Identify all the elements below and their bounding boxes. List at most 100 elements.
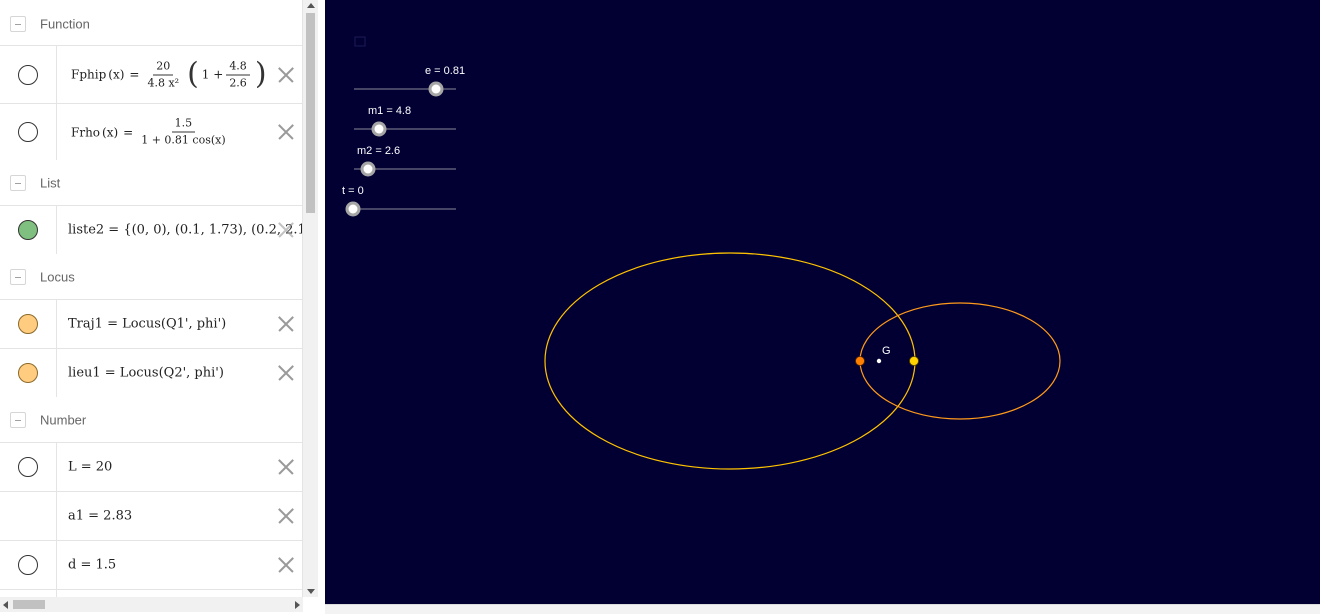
- L-definition[interactable]: L = 20: [68, 460, 112, 475]
- a1-definition[interactable]: a1 = 2.83: [68, 509, 132, 524]
- frho-formula[interactable]: Frho (x) = 1.5 1 + 0.81 cos(x): [71, 117, 229, 148]
- delete-icon[interactable]: [277, 364, 295, 382]
- visibility-toggle-icon[interactable]: [18, 220, 38, 240]
- function-arg: (x): [102, 125, 119, 139]
- algebra-row-liste2[interactable]: liste2 = {(0, 0), (0.1, 1.73), (0.2, 2.1…: [0, 205, 302, 254]
- category-locus[interactable]: Locus: [0, 255, 302, 299]
- collapse-icon[interactable]: [10, 175, 26, 191]
- marble-cell: [0, 492, 57, 540]
- category-number[interactable]: Number: [0, 398, 302, 442]
- marble-cell: [0, 300, 57, 348]
- visibility-toggle-icon[interactable]: [18, 457, 38, 477]
- visibility-toggle-icon[interactable]: [18, 555, 38, 575]
- marble-cell: [0, 104, 57, 160]
- delete-icon[interactable]: [277, 123, 295, 141]
- coefficient-fraction: 20 4.8 x²: [144, 59, 182, 90]
- delete-icon[interactable]: [277, 458, 295, 476]
- point-label-G: G: [882, 345, 891, 357]
- slider-m2[interactable]: m2 = 2.6: [354, 145, 456, 177]
- right-paren: ): [254, 56, 267, 92]
- slider-label: e = 0.81: [425, 65, 465, 77]
- lieu1-definition[interactable]: lieu1 = Locus(Q2', phi'): [68, 366, 224, 381]
- fraction-numerator: 4.8: [226, 59, 250, 75]
- marble-cell: [0, 46, 57, 103]
- graphics-canvas[interactable]: e = 0.81 m1 = 4.8 m2 = 2.6 t = 0 G: [325, 0, 1320, 604]
- marble-cell: [0, 349, 57, 397]
- marble-cell: [0, 206, 57, 254]
- function-name: Frho: [71, 125, 101, 139]
- center-of-mass-point[interactable]: [876, 358, 882, 364]
- graphics-view[interactable]: e = 0.81 m1 = 4.8 m2 = 2.6 t = 0 G: [325, 0, 1320, 604]
- slider-knob-center: [431, 84, 441, 94]
- scroll-left-icon[interactable]: [3, 601, 8, 609]
- delete-icon[interactable]: [277, 507, 295, 525]
- slider-label: m1 = 4.8: [368, 105, 411, 117]
- scroll-up-icon[interactable]: [307, 3, 315, 8]
- function-arg: (x): [108, 67, 125, 82]
- marble-cell: [0, 541, 57, 589]
- equals-sign: =: [129, 67, 140, 82]
- delete-icon[interactable]: [277, 556, 295, 574]
- visibility-toggle-icon[interactable]: [18, 122, 38, 142]
- slider-t[interactable]: t = 0: [342, 185, 456, 217]
- fraction-numerator: 20: [153, 59, 174, 75]
- scrollbar-thumb[interactable]: [306, 13, 315, 213]
- fphip-formula[interactable]: Fphip (x) = 20 4.8 x² ( 1 + 4.8 2.6 ): [71, 59, 267, 90]
- fraction-denominator: 4.8 x²: [147, 76, 180, 89]
- collapse-icon[interactable]: [10, 16, 26, 32]
- slider-knob-center: [363, 164, 373, 174]
- marble-cell: [0, 443, 57, 491]
- algebra-view: Function Fphip (x) = 20 4.8 x² ( 1 + 4.8…: [0, 0, 318, 614]
- category-label: Function: [40, 16, 90, 32]
- left-paren: (: [187, 56, 199, 92]
- slider-label: t = 0: [342, 185, 364, 197]
- category-label: Number: [40, 412, 87, 428]
- algebra-row-traj1[interactable]: Traj1 = Locus(Q1', phi'): [0, 299, 302, 348]
- fraction-denominator: 1 + 0.81 cos(x): [141, 133, 226, 147]
- scrollbar-thumb[interactable]: [13, 600, 45, 609]
- delete-icon[interactable]: [277, 315, 295, 333]
- rho-fraction: 1.5 1 + 0.81 cos(x): [138, 117, 228, 148]
- visibility-toggle-icon[interactable]: [18, 64, 38, 85]
- slider-knob-center: [374, 124, 384, 134]
- category-list[interactable]: List: [0, 161, 302, 205]
- collapse-icon[interactable]: [10, 412, 26, 428]
- category-label: Locus: [40, 269, 75, 285]
- delete-icon[interactable]: [277, 66, 295, 84]
- scroll-right-icon[interactable]: [295, 601, 300, 609]
- algebra-row-d[interactable]: d = 1.5: [0, 540, 302, 589]
- category-label: List: [40, 175, 61, 191]
- slider-label: m2 = 2.6: [357, 145, 400, 157]
- collapse-icon[interactable]: [10, 269, 26, 285]
- slider-e[interactable]: e = 0.81: [354, 65, 465, 97]
- visibility-toggle-icon[interactable]: [18, 363, 38, 383]
- fraction-denominator: 2.6: [229, 76, 247, 89]
- scroll-down-icon[interactable]: [307, 589, 315, 594]
- d-definition[interactable]: d = 1.5: [68, 558, 116, 573]
- one-plus: 1 +: [201, 67, 224, 82]
- slider-m1[interactable]: m1 = 4.8: [354, 105, 456, 137]
- algebra-row-fphip[interactable]: Fphip (x) = 20 4.8 x² ( 1 + 4.8 2.6 ): [0, 45, 302, 103]
- ratio-fraction: 4.8 2.6: [226, 59, 250, 90]
- body-2-point[interactable]: [909, 356, 919, 366]
- liste2-definition[interactable]: liste2 = {(0, 0), (0.1, 1.73), (0.2, 2.1…: [68, 223, 302, 238]
- category-function[interactable]: Function: [0, 2, 302, 46]
- algebra-row-lieu1[interactable]: lieu1 = Locus(Q2', phi'): [0, 348, 302, 397]
- body-1-point[interactable]: [855, 356, 865, 366]
- faint-square: [354, 36, 366, 47]
- algebra-row-partial: [0, 589, 302, 597]
- horizontal-scrollbar[interactable]: [0, 597, 303, 612]
- orbit-lieu1[interactable]: [859, 302, 1061, 420]
- visibility-toggle-icon[interactable]: [18, 314, 38, 334]
- graphics-bottom-edge: [325, 604, 1320, 614]
- delete-icon[interactable]: [277, 221, 295, 239]
- algebra-list: Function Fphip (x) = 20 4.8 x² ( 1 + 4.8…: [0, 0, 303, 597]
- function-name: Fphip: [71, 67, 107, 82]
- algebra-row-L[interactable]: L = 20: [0, 442, 302, 491]
- vertical-scrollbar[interactable]: [303, 0, 318, 597]
- algebra-row-frho[interactable]: Frho (x) = 1.5 1 + 0.81 cos(x): [0, 103, 302, 160]
- traj1-definition[interactable]: Traj1 = Locus(Q1', phi'): [68, 317, 226, 332]
- fraction-numerator: 1.5: [171, 117, 196, 133]
- marble-cell: [0, 590, 57, 597]
- algebra-row-a1[interactable]: a1 = 2.83: [0, 491, 302, 540]
